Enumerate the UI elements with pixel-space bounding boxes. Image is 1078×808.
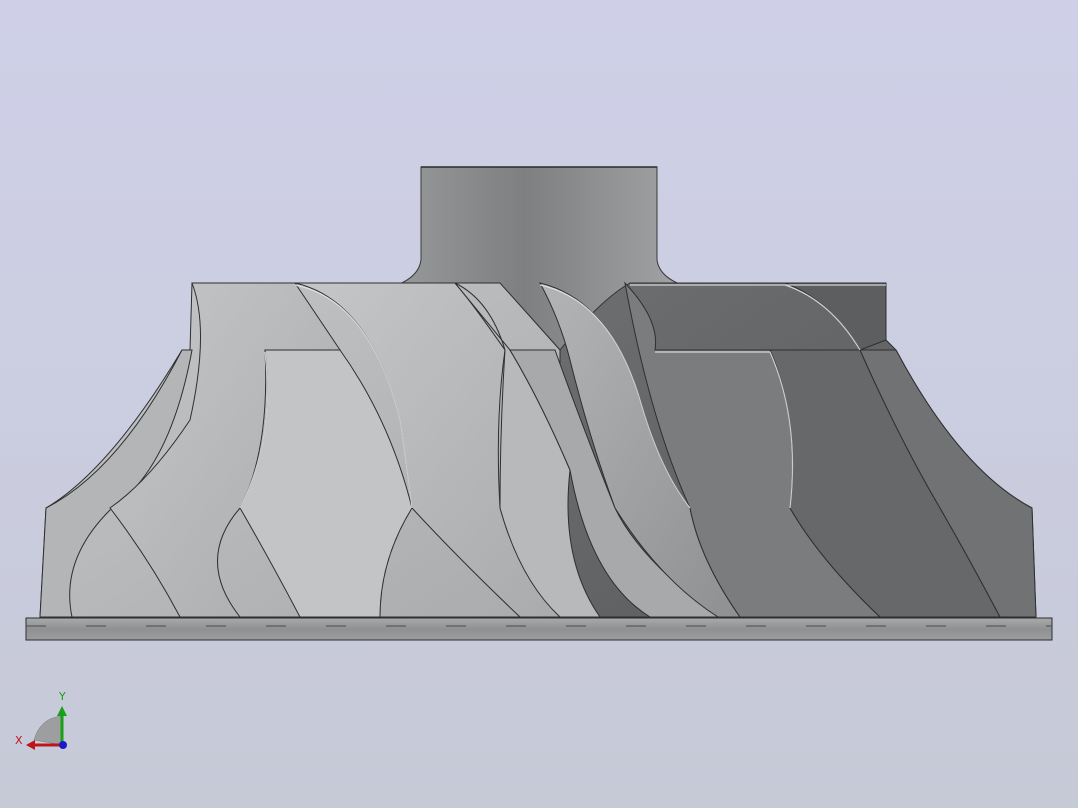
z-axis-dot: [59, 741, 67, 749]
impeller-base-disc: [25, 617, 1053, 641]
triad-plane-icon: [33, 715, 63, 746]
orientation-triad[interactable]: Y X: [15, 690, 67, 750]
impeller-model[interactable]: Y X: [0, 0, 1078, 808]
x-axis-label: X: [15, 734, 23, 747]
y-axis-label: Y: [58, 690, 66, 703]
cad-viewport[interactable]: Y X: [0, 0, 1078, 808]
